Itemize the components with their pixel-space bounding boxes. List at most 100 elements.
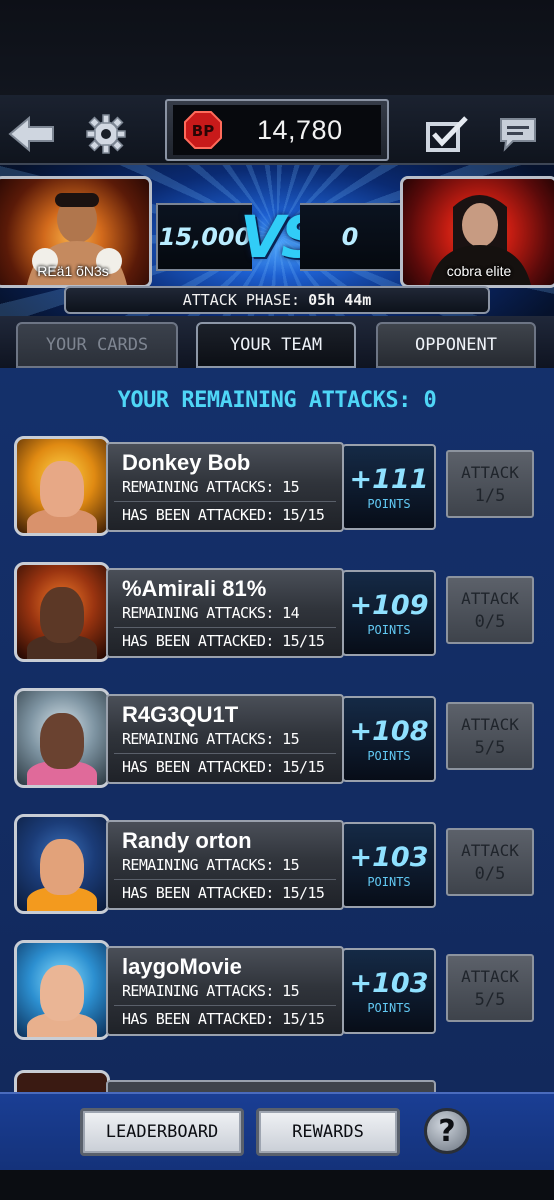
been-attacked-stat: HAS BEEN ATTACKED: 15/15	[122, 632, 325, 650]
help-button[interactable]: ?	[424, 1108, 470, 1154]
points-badge: +103 POINTS	[342, 948, 436, 1034]
opponent-info: laygoMovie REMAINING ATTACKS: 15 HAS BEE…	[106, 946, 344, 1036]
points-badge: +108 POINTS	[342, 696, 436, 782]
attack-label: ATTACK	[461, 966, 519, 986]
list-item[interactable]: Donkey Bob REMAINING ATTACKS: 15 HAS BEE…	[14, 436, 544, 536]
avatar	[14, 562, 110, 662]
points-value: +111	[349, 463, 429, 495]
opponent-info: Donkey Bob REMAINING ATTACKS: 15 HAS BEE…	[106, 442, 344, 532]
checklist-button[interactable]	[420, 112, 472, 156]
avatar-face	[40, 965, 84, 1021]
remaining-attacks-stat: REMAINING ATTACKS: 15	[122, 982, 300, 1000]
currency-value: 14,780	[257, 114, 343, 145]
attack-button[interactable]: ATTACK 0/5	[446, 828, 534, 896]
remaining-attacks-stat: REMAINING ATTACKS: 15	[122, 730, 300, 748]
been-attacked-stat: HAS BEEN ATTACKED: 15/15	[122, 506, 325, 524]
points-value: +109	[349, 589, 429, 621]
attack-label: ATTACK	[461, 714, 519, 734]
divider	[114, 501, 336, 502]
attack-count: 5/5	[474, 737, 506, 758]
remaining-attacks-stat: REMAINING ATTACKS: 15	[122, 478, 300, 496]
points-badge: +103 POINTS	[342, 822, 436, 908]
attack-phase-bar: ATTACK PHASE: 05h 44m	[64, 286, 490, 314]
attack-label: ATTACK	[461, 840, 519, 860]
player-score: 15,000	[156, 203, 252, 271]
tab-your-team[interactable]: YOUR TEAM	[196, 322, 356, 368]
attack-label: ATTACK	[461, 462, 519, 482]
checkbox-icon	[426, 116, 468, 152]
divider	[114, 753, 336, 754]
currency-display: BP 14,780	[165, 99, 389, 161]
remaining-attacks-stat: REMAINING ATTACKS: 15	[122, 856, 300, 874]
points-label: POINTS	[367, 496, 411, 511]
list-item[interactable]: Randy orton REMAINING ATTACKS: 15 HAS BE…	[14, 814, 544, 914]
attack-button[interactable]: ATTACK 5/5	[446, 702, 534, 770]
been-attacked-stat: HAS BEEN ATTACKED: 15/15	[122, 884, 325, 902]
points-badge: +111 POINTS	[342, 444, 436, 530]
attack-count: 0/5	[474, 863, 506, 884]
avatar-face	[40, 461, 84, 517]
opponent-portrait[interactable]: cobra elite	[400, 176, 554, 288]
avatar	[14, 940, 110, 1040]
list-item[interactable]: R4G3QU1T REMAINING ATTACKS: 15 HAS BEEN …	[14, 688, 544, 788]
attack-count: 0/5	[474, 611, 506, 632]
points-label: POINTS	[367, 874, 411, 889]
leaderboard-button[interactable]: LEADERBOARD	[80, 1108, 244, 1156]
list-item[interactable]: laygoMovie REMAINING ATTACKS: 15 HAS BEE…	[14, 940, 544, 1040]
avatar	[14, 436, 110, 536]
opponent-info: Randy orton REMAINING ATTACKS: 15 HAS BE…	[106, 820, 344, 910]
attack-button[interactable]: ATTACK 5/5	[446, 954, 534, 1022]
svg-text:BP: BP	[192, 122, 214, 140]
tab-your-cards[interactable]: YOUR CARDS	[16, 322, 178, 368]
gear-icon	[86, 114, 126, 154]
attack-button[interactable]: ATTACK 0/5	[446, 576, 534, 644]
opponent-info: %Amirali 81% REMAINING ATTACKS: 14 HAS B…	[106, 568, 344, 658]
bottom-strip	[0, 1170, 554, 1200]
settings-button[interactable]	[80, 112, 132, 156]
avatar	[14, 688, 110, 788]
rewards-button[interactable]: REWARDS	[256, 1108, 400, 1156]
points-value: +103	[349, 967, 429, 999]
attack-count: 5/5	[474, 989, 506, 1010]
attack-label: ATTACK	[461, 588, 519, 608]
chat-icon	[500, 118, 536, 152]
divider	[114, 879, 336, 880]
opponent-score: 0	[300, 203, 402, 271]
avatar-face	[40, 713, 84, 769]
avatar-face	[40, 587, 84, 643]
back-arrow-icon	[8, 115, 54, 153]
been-attacked-stat: HAS BEEN ATTACKED: 15/15	[122, 758, 325, 776]
attack-button[interactable]: ATTACK 1/5	[446, 450, 534, 518]
list-item[interactable]: %Amirali 81% REMAINING ATTACKS: 14 HAS B…	[14, 562, 544, 662]
points-label: POINTS	[367, 622, 411, 637]
help-icon: ?	[438, 1113, 456, 1149]
points-badge: +109 POINTS	[342, 570, 436, 656]
tab-opponent[interactable]: OPPONENT	[376, 322, 536, 368]
back-button[interactable]	[6, 112, 58, 156]
opponent-row-name: R4G3QU1T	[122, 702, 239, 727]
opponent-name: cobra elite	[446, 263, 512, 279]
opponent-row-name: laygoMovie	[122, 954, 242, 979]
avatar	[14, 814, 110, 914]
bp-badge-icon: BP	[184, 111, 222, 149]
divider	[114, 1005, 336, 1006]
chat-button[interactable]	[492, 112, 544, 156]
player-portrait[interactable]: REä1 õN3s	[0, 176, 152, 288]
points-value: +108	[349, 715, 429, 747]
divider	[114, 627, 336, 628]
opponent-row-name: Randy orton	[122, 828, 252, 853]
points-label: POINTS	[367, 1000, 411, 1015]
opponent-row-name: Donkey Bob	[122, 450, 251, 475]
player-name: REä1 õN3s	[37, 263, 109, 279]
attack-count: 1/5	[474, 485, 506, 506]
points-label: POINTS	[367, 748, 411, 763]
attack-phase-time: 05h 44m	[308, 291, 372, 309]
remaining-attacks-label: YOUR REMAINING ATTACKS: 0	[117, 388, 437, 413]
attack-phase-label: ATTACK PHASE:	[182, 291, 301, 309]
avatar-face	[40, 839, 84, 895]
been-attacked-stat: HAS BEEN ATTACKED: 15/15	[122, 1010, 325, 1028]
opponent-info: R4G3QU1T REMAINING ATTACKS: 15 HAS BEEN …	[106, 694, 344, 784]
points-value: +103	[349, 841, 429, 873]
opponent-row-name: %Amirali 81%	[122, 576, 267, 601]
remaining-attacks-stat: REMAINING ATTACKS: 14	[122, 604, 300, 622]
